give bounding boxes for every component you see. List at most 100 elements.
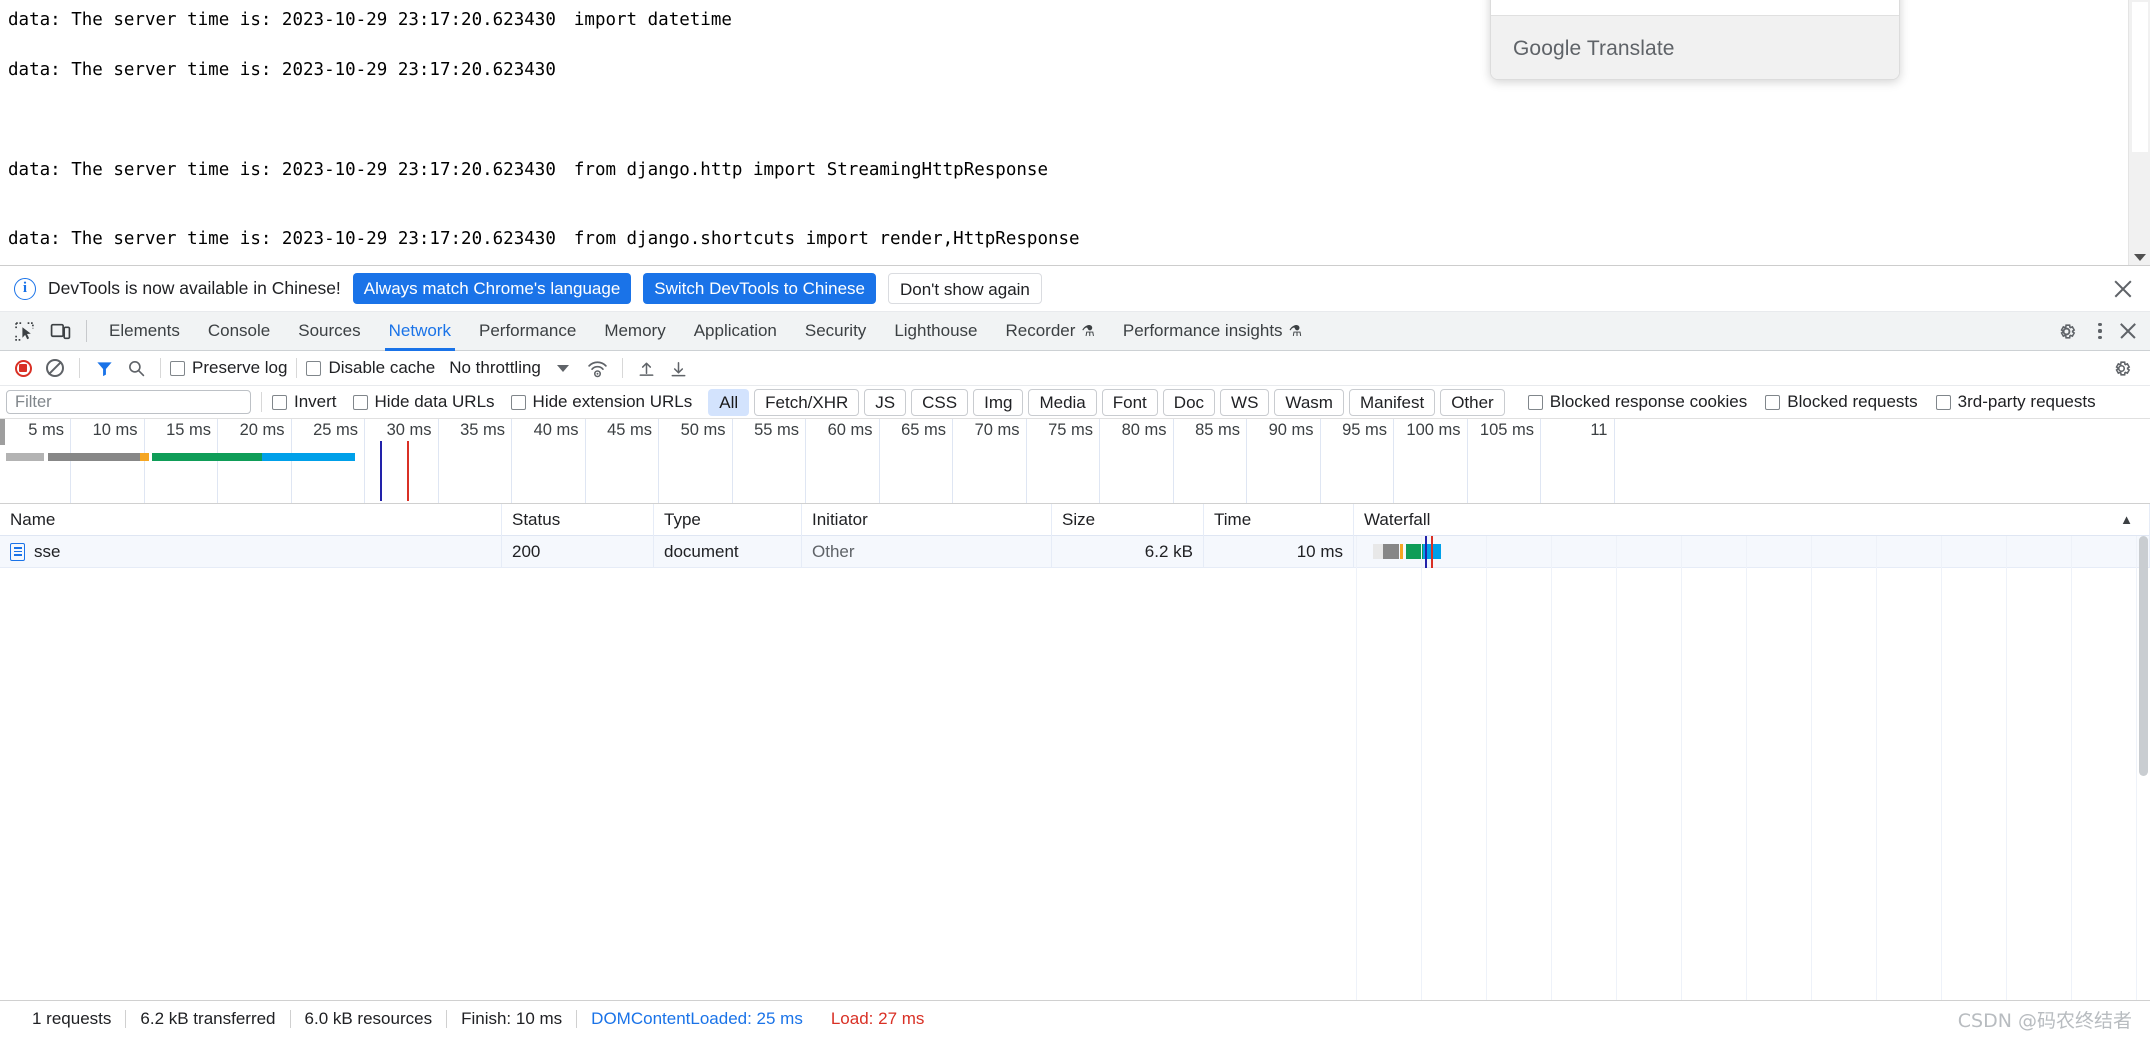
column-header-initiator[interactable]: Initiator — [802, 504, 1052, 536]
column-header-status[interactable]: Status — [502, 504, 654, 536]
tab-lighthouse[interactable]: Lighthouse — [880, 312, 991, 351]
table-scrollbar[interactable] — [2136, 536, 2150, 1037]
filter-chip-media[interactable]: Media — [1028, 389, 1096, 416]
filter-chip-font[interactable]: Font — [1102, 389, 1158, 416]
overview-tick-label: 45 ms — [607, 421, 658, 440]
filter-chip-js[interactable]: JS — [864, 389, 906, 416]
clear-icon[interactable] — [40, 354, 70, 382]
document-file-icon — [10, 543, 25, 561]
tab-application[interactable]: Application — [680, 312, 791, 351]
table-row[interactable]: sse 200 document Other 6.2 kB 10 ms — [0, 536, 2150, 568]
sse-data-line: data: The server time is: 2023-10-29 23:… — [8, 229, 1080, 249]
filter-chip-manifest[interactable]: Manifest — [1349, 389, 1435, 416]
column-header-size[interactable]: Size — [1052, 504, 1204, 536]
tab-memory[interactable]: Memory — [590, 312, 679, 351]
status-dom-content-loaded: DOMContentLoaded: 25 ms — [577, 1009, 817, 1029]
overview-tick-label: 35 ms — [460, 421, 511, 440]
dont-show-again-button[interactable]: Don't show again — [888, 273, 1042, 304]
search-icon[interactable] — [121, 354, 151, 382]
record-button-icon[interactable] — [8, 354, 38, 382]
sse-line-prefix: data: The server time is: 2023-10-29 23:… — [8, 160, 556, 180]
overview-tick-label: 60 ms — [828, 421, 879, 440]
inspect-element-icon[interactable] — [9, 316, 39, 346]
network-toolbar: Preserve log Disable cache No throttling — [0, 351, 2150, 386]
column-header-waterfall[interactable]: Waterfall ▲ — [1354, 504, 2150, 536]
column-header-name[interactable]: Name — [0, 504, 502, 536]
request-table-header: Name Status Type Initiator Size Time Wat… — [0, 504, 2150, 536]
chevron-down-icon[interactable] — [557, 365, 569, 372]
filter-chip-img[interactable]: Img — [973, 389, 1023, 416]
tab-sources[interactable]: Sources — [284, 312, 374, 351]
filter-chip-doc[interactable]: Doc — [1163, 389, 1215, 416]
network-overview-timeline[interactable]: 5 ms10 ms15 ms20 ms25 ms30 ms35 ms40 ms4… — [0, 419, 2150, 504]
tab-performance-insights[interactable]: Performance insights⚗ — [1109, 312, 1316, 351]
tab-recorder[interactable]: Recorder⚗ — [992, 312, 1109, 351]
checkbox-box — [1765, 395, 1780, 410]
hide-extension-urls-label: Hide extension URLs — [533, 392, 693, 412]
page-scrollbar-thumb[interactable] — [2132, 2, 2148, 152]
disable-cache-checkbox[interactable]: Disable cache — [306, 358, 435, 378]
blocked-requests-checkbox[interactable]: Blocked requests — [1765, 392, 1917, 412]
filter-chip-other[interactable]: Other — [1440, 389, 1505, 416]
throttling-select[interactable]: No throttling — [449, 358, 541, 378]
experiment-flask-icon: ⚗ — [1289, 322, 1302, 340]
network-settings-gear-icon[interactable] — [2106, 354, 2136, 382]
more-options-icon[interactable] — [2088, 319, 2112, 343]
overview-tick-label: 5 ms — [28, 421, 70, 440]
close-icon[interactable] — [2110, 276, 2136, 302]
hide-data-urls-checkbox[interactable]: Hide data URLs — [353, 392, 495, 412]
cell-name[interactable]: sse — [0, 536, 502, 568]
gear-icon[interactable] — [2051, 316, 2081, 346]
tab-performance[interactable]: Performance — [465, 312, 590, 351]
filter-funnel-icon[interactable] — [89, 354, 119, 382]
filter-chip-fetch-xhr[interactable]: Fetch/XHR — [754, 389, 859, 416]
export-har-icon[interactable] — [664, 354, 694, 382]
overview-tick-label: 105 ms — [1480, 421, 1540, 440]
third-party-requests-checkbox[interactable]: 3rd-party requests — [1936, 392, 2096, 412]
cell-initiator[interactable]: Other — [802, 536, 1052, 568]
column-header-time[interactable]: Time — [1204, 504, 1354, 536]
invert-checkbox[interactable]: Invert — [272, 392, 337, 412]
tab-label: Network — [389, 321, 451, 341]
overview-seg-queueing — [6, 453, 44, 461]
switch-devtools-to-chinese-button[interactable]: Switch DevTools to Chinese — [643, 273, 876, 304]
overview-gridline — [879, 419, 880, 503]
hide-extension-urls-checkbox[interactable]: Hide extension URLs — [511, 392, 693, 412]
hide-data-urls-label: Hide data URLs — [375, 392, 495, 412]
overview-seg-stalled — [48, 453, 140, 461]
overview-tick-label: 90 ms — [1269, 421, 1320, 440]
preserve-log-checkbox[interactable]: Preserve log — [170, 358, 287, 378]
filter-chip-ws[interactable]: WS — [1220, 389, 1269, 416]
overview-left-handle[interactable] — [0, 419, 5, 445]
device-toolbar-icon[interactable] — [45, 316, 75, 346]
tab-label: Console — [208, 321, 270, 341]
filter-chip-all[interactable]: All — [708, 389, 749, 416]
filter-chip-wasm[interactable]: Wasm — [1274, 389, 1344, 416]
tab-label: Recorder — [1006, 321, 1076, 341]
google-translate-brand: Google Translate — [1513, 37, 1675, 61]
tab-network[interactable]: Network — [375, 312, 465, 351]
blocked-requests-label: Blocked requests — [1787, 392, 1917, 412]
page-scrollbar[interactable] — [2128, 0, 2150, 265]
google-translate-popup[interactable]: Google Translate — [1490, 0, 1900, 80]
blocked-response-cookies-checkbox[interactable]: Blocked response cookies — [1528, 392, 1748, 412]
waterfall-label: Waterfall — [1364, 510, 1430, 530]
table-scrollbar-thumb[interactable] — [2139, 536, 2148, 776]
overview-gridline — [1614, 419, 1615, 503]
tab-elements[interactable]: Elements — [95, 312, 194, 351]
sse-line-prefix: data: The server time is: 2023-10-29 23:… — [8, 229, 556, 249]
tab-security[interactable]: Security — [791, 312, 880, 351]
overview-tick-label: 85 ms — [1195, 421, 1246, 440]
scroll-down-arrow-icon[interactable] — [2134, 254, 2146, 261]
filter-chip-css[interactable]: CSS — [911, 389, 968, 416]
import-har-icon[interactable] — [632, 354, 662, 382]
wifi-settings-icon[interactable] — [583, 354, 613, 382]
always-match-chrome-language-button[interactable]: Always match Chrome's language — [353, 273, 631, 304]
column-header-type[interactable]: Type — [654, 504, 802, 536]
tab-label: Elements — [109, 321, 180, 341]
network-toolbar-right — [2106, 354, 2142, 382]
search-input[interactable] — [6, 390, 251, 414]
close-devtools-icon[interactable] — [2116, 319, 2140, 343]
tab-console[interactable]: Console — [194, 312, 284, 351]
overview-gridline — [1393, 419, 1394, 503]
